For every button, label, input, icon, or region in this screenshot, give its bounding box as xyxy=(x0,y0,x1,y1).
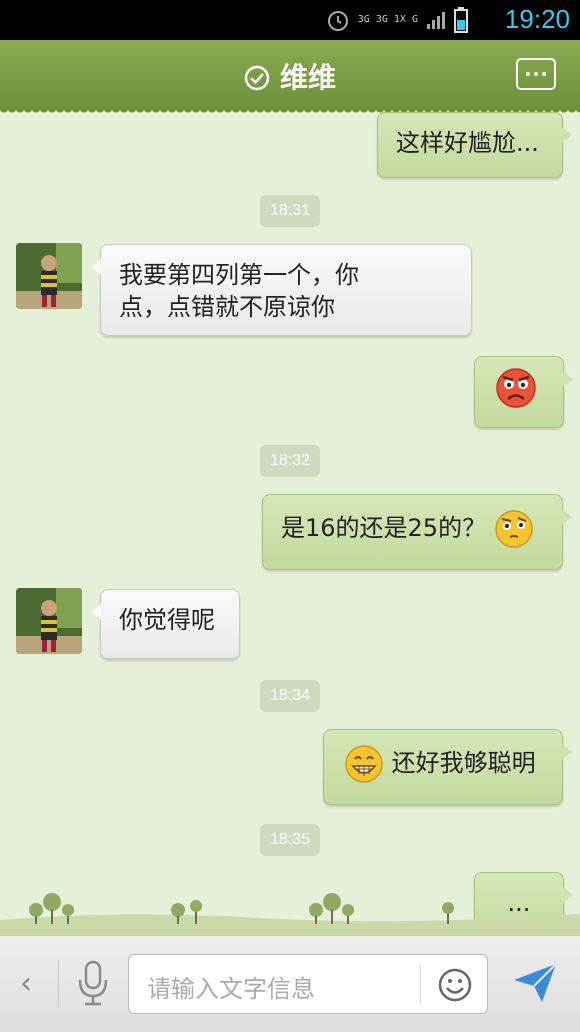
microphone-icon[interactable] xyxy=(76,960,110,1006)
divider xyxy=(420,965,421,1005)
message-text: 你觉得呢 xyxy=(119,606,215,634)
verified-check-icon xyxy=(244,65,270,91)
battery-icon xyxy=(454,7,468,33)
message-bubble-out[interactable]: 还好我够聪明 xyxy=(323,729,572,805)
message-bubble-in[interactable]: 我要第四列第一个，你 点，点错就不原谅你 xyxy=(91,244,472,336)
input-placeholder: 请输入文字信息 xyxy=(147,975,315,1003)
message-text: 是16的还是25的？ xyxy=(281,514,487,542)
more-options-button[interactable] xyxy=(516,58,556,90)
thinking-face-icon xyxy=(494,510,533,548)
alarm-icon xyxy=(327,11,348,31)
message-bubble-out[interactable] xyxy=(474,356,573,428)
message-bubble-out[interactable]: 这样好尴尬... xyxy=(377,112,572,178)
message-input[interactable]: 请输入文字信息 xyxy=(128,954,488,1014)
signal-icon xyxy=(427,12,445,29)
avatar-photo xyxy=(16,243,82,309)
contact-avatar[interactable] xyxy=(16,588,82,654)
message-bubble-in[interactable]: 你觉得呢 xyxy=(91,589,240,659)
collapse-arrow-icon[interactable]: ‹ xyxy=(20,966,32,1001)
timestamp: 18:34 xyxy=(260,680,320,712)
message-bubble-out[interactable]: 是16的还是25的？ xyxy=(262,494,572,570)
status-bar: 3G 3G 1X G 19:20 xyxy=(0,0,580,40)
emoji-picker-icon[interactable] xyxy=(437,967,473,1003)
contact-avatar[interactable] xyxy=(16,243,82,309)
message-text-line: 点，点错就不原谅你 xyxy=(119,293,335,321)
grinning-face-icon xyxy=(345,745,383,783)
send-icon[interactable] xyxy=(512,962,558,1004)
input-bar: ‹ 请输入文字信息 xyxy=(0,935,580,1032)
title-bar: 维维 xyxy=(0,40,580,116)
clock: 19:20 xyxy=(504,4,570,34)
status-icons: 3G 3G 1X G xyxy=(326,6,468,34)
avatar-photo xyxy=(16,588,82,654)
network-label: 3G 3G 1X G xyxy=(357,14,418,25)
timestamp: 18:32 xyxy=(260,445,320,477)
more-dots-icon xyxy=(526,72,530,76)
chat-title: 维维 xyxy=(0,56,580,96)
contact-name: 维维 xyxy=(279,61,336,94)
divider xyxy=(58,960,59,1008)
message-text-line: 我要第四列第一个，你 xyxy=(119,261,359,289)
timestamp: 18:31 xyxy=(260,195,320,227)
timestamp: 18:35 xyxy=(260,824,320,856)
message-text: 这样好尴尬... xyxy=(396,129,539,157)
angry-face-icon xyxy=(496,368,536,408)
chat-area[interactable]: 这样好尴尬... 18:31 我要第四列第一个，你 点，点错就不原谅你 18:3… xyxy=(0,110,580,935)
message-text: 还好我够聪明 xyxy=(391,749,536,777)
scenery-decoration xyxy=(0,893,580,940)
